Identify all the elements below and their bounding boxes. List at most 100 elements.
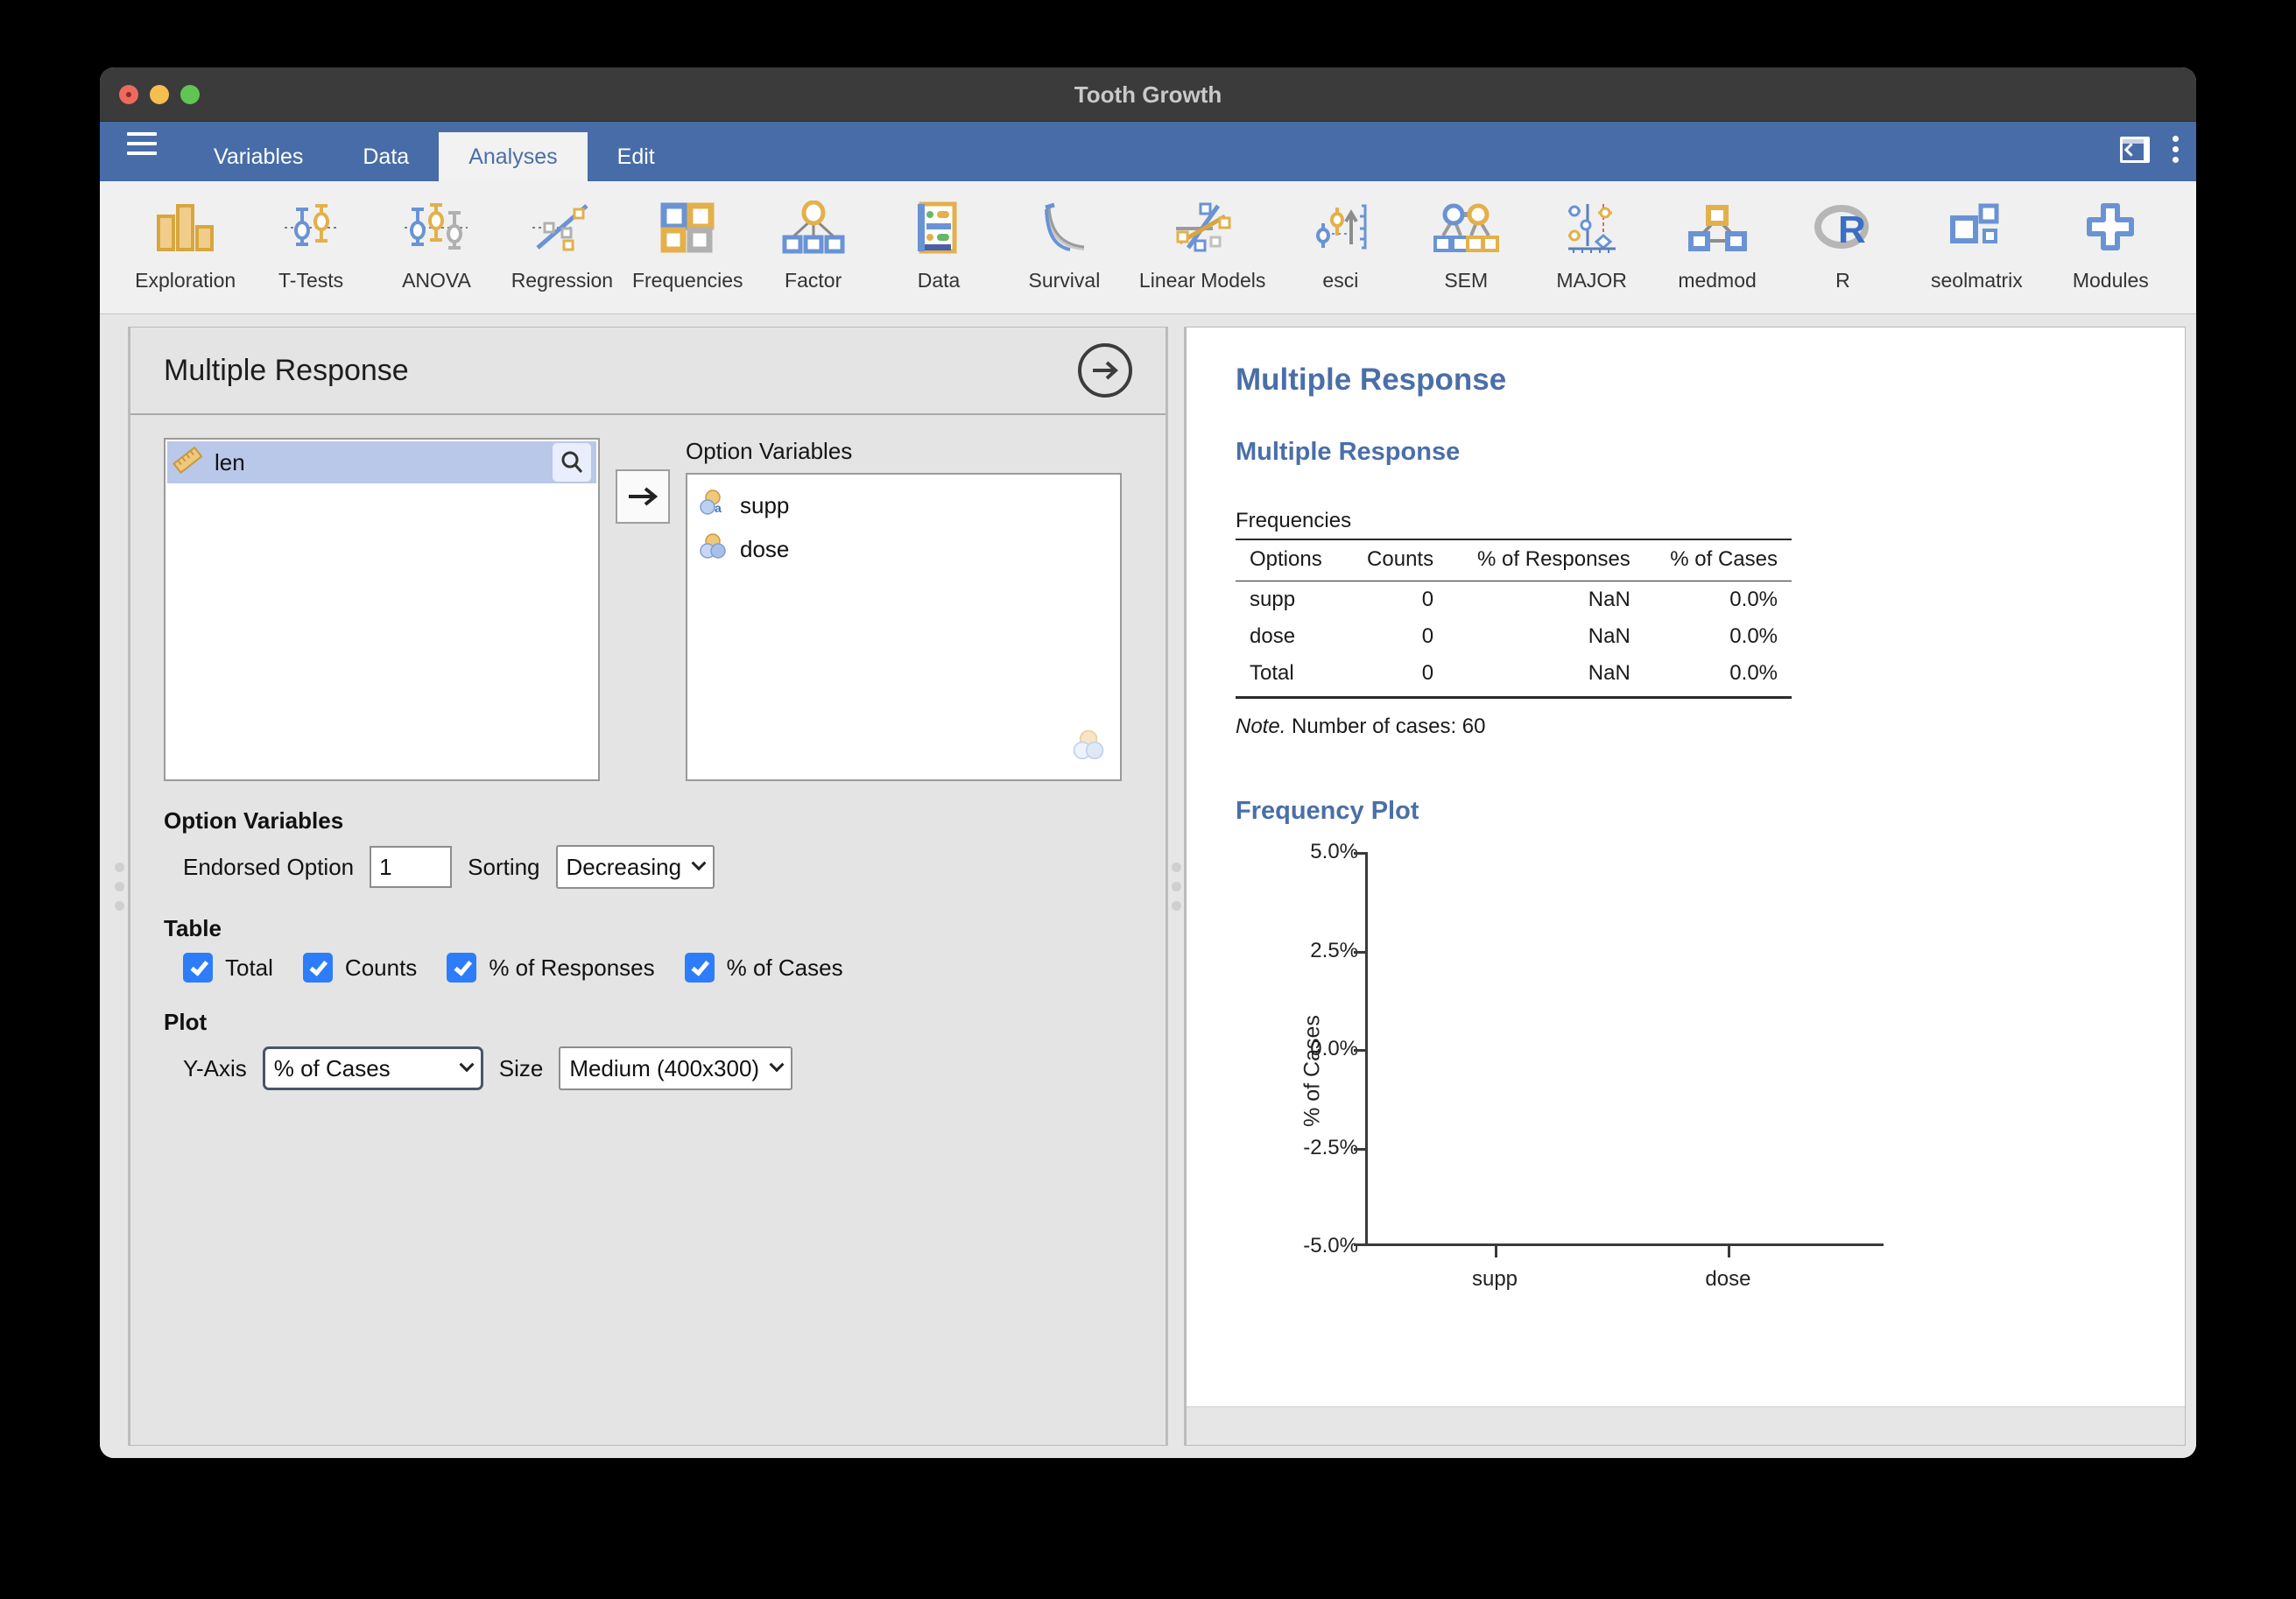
variable-transfer-row: len Option Variables a supp dose [164, 438, 1132, 781]
cell-pct-cases: 0.0% [1729, 624, 1778, 648]
checkbox-box[interactable] [447, 953, 477, 983]
checkbox-total[interactable]: Total [183, 953, 273, 983]
toolbar-item-factor[interactable]: Factor [750, 195, 876, 292]
size-label: Size [498, 1054, 544, 1081]
matrix-squares-icon [1947, 195, 2005, 260]
toolbar-item-anova[interactable]: ANOVA [374, 195, 499, 292]
column-header-counts: Counts [1367, 547, 1434, 571]
panel-splitter-handle[interactable] [1166, 327, 1186, 1446]
toolbar-item-esci[interactable]: esci [1278, 195, 1403, 292]
frequency-plot-heading[interactable]: Frequency Plot [1236, 797, 2136, 826]
table-note: Note. Number of cases: 60 [1236, 715, 2136, 739]
analyses-toolbar: Exploration T-Tests ANOVA Regression Fre… [100, 181, 2196, 314]
variable-name: supp [740, 491, 790, 518]
toolbar-item-sem[interactable]: SEM [1404, 195, 1529, 292]
cell-pct-responses: NaN [1588, 624, 1630, 648]
tab-analyses[interactable]: Analyses [439, 132, 588, 181]
frequency-plot: % of Cases 5.0% 2.5% 0.0% -2.5% -5.0% su… [1253, 840, 1884, 1291]
checkbox-box[interactable] [302, 953, 333, 983]
data-sheet-icon [912, 195, 965, 260]
arrow-right-circle-icon[interactable] [1078, 343, 1132, 398]
checkbox-label: Counts [344, 954, 418, 981]
results-panel: Multiple Response Multiple Response Freq… [1186, 327, 2186, 1446]
y-tick-mark [1354, 950, 1365, 954]
y-tick-label: -2.5% [1303, 1135, 1358, 1159]
size-select[interactable]: Medium (400x300) [559, 1046, 793, 1090]
yaxis-value: % of Cases [273, 1054, 391, 1081]
toolbar-item-linear-models[interactable]: Linear Models [1127, 195, 1278, 292]
variable-name: len [215, 448, 245, 475]
checkbox-label: % of Responses [489, 954, 655, 981]
checkbox-label: Total [225, 954, 273, 981]
toolbar-label: Data [917, 269, 961, 292]
hamburger-icon[interactable] [100, 122, 184, 181]
plot-options-row: Y-Axis % of Cases Size Medium (400x300) [164, 1046, 1132, 1090]
endorsed-option-input[interactable] [370, 846, 453, 888]
toolbar-item-data[interactable]: Data [876, 195, 1001, 292]
cell-counts: 0 [1421, 588, 1434, 611]
x-tick-label: supp [1471, 1267, 1518, 1291]
list-item[interactable]: len [167, 441, 596, 483]
endorsed-option-row: Endorsed Option Sorting Decreasing [164, 845, 1132, 889]
arrow-right-icon[interactable] [616, 469, 670, 524]
checkbox-counts[interactable]: Counts [302, 953, 418, 983]
y-tick-mark [1354, 852, 1365, 855]
x-tick-mark [1728, 1246, 1731, 1257]
two-error-bars-icon [279, 195, 342, 260]
toolbar-label: R [1835, 269, 1850, 292]
tab-variables[interactable]: Variables [184, 132, 333, 181]
results-subtitle[interactable]: Multiple Response [1236, 438, 2136, 467]
checkbox-pct-responses[interactable]: % of Responses [447, 953, 655, 983]
tab-edit[interactable]: Edit [588, 132, 685, 181]
checkbox-box[interactable] [684, 953, 715, 983]
column-header-pct-responses: % of Responses [1477, 547, 1630, 571]
mediation-triangle-icon [1686, 195, 1749, 260]
toolbar-item-t-tests[interactable]: T-Tests [248, 195, 373, 292]
toolbar-item-exploration[interactable]: Exploration [123, 195, 248, 292]
cell-option: supp [1250, 588, 1296, 611]
checkbox-label: % of Cases [726, 954, 843, 981]
main-menubar: Variables Data Analyses Edit [100, 122, 2196, 181]
sorting-select[interactable]: Decreasing [555, 845, 715, 889]
toolbar-item-modules[interactable]: Modules [2048, 195, 2173, 292]
section-heading-table: Table [164, 915, 222, 941]
toolbar-item-survival[interactable]: Survival [1002, 195, 1127, 292]
yaxis-select[interactable]: % of Cases [262, 1046, 483, 1090]
available-variables-list[interactable]: len [164, 438, 600, 781]
menubar-actions [2120, 136, 2179, 163]
table-header: Options Counts % of Responses % of Cases [1236, 539, 1792, 581]
table-row: Total 0 NaN 0.0% [1236, 655, 1792, 698]
sorting-value: Decreasing [566, 853, 682, 880]
panel-collapse-icon[interactable] [2120, 136, 2150, 163]
toolbar-label: Regression [511, 269, 614, 292]
toolbar-item-frequencies[interactable]: Frequencies [625, 195, 750, 292]
toolbar-item-regression[interactable]: Regression [499, 195, 624, 292]
window-titlebar: Tooth Growth [100, 67, 2196, 122]
toolbar-item-r[interactable]: R R [1780, 195, 1905, 292]
list-item[interactable]: a supp [693, 483, 1115, 527]
checkbox-pct-cases[interactable]: % of Cases [684, 953, 843, 983]
table-caption: Frequencies [1236, 509, 1352, 532]
toolbar-item-seolmatrix[interactable]: seolmatrix [1905, 195, 2048, 292]
toolbar-item-medmod[interactable]: medmod [1654, 195, 1779, 292]
column-header-pct-cases: % of Cases [1670, 547, 1778, 571]
forest-plot-icon [1561, 195, 1623, 260]
search-icon[interactable] [553, 443, 591, 482]
option-variables-dropzone[interactable]: a supp dose [686, 473, 1122, 781]
section-heading-plot: Plot [164, 1009, 208, 1035]
left-splitter-handle[interactable] [110, 327, 130, 1446]
endorsed-option-label: Endorsed Option [183, 853, 355, 880]
toolbar-label: Modules [2072, 269, 2149, 292]
list-item[interactable]: dose [693, 527, 1115, 571]
more-options-icon[interactable] [2173, 136, 2179, 163]
results-title[interactable]: Multiple Response [1236, 363, 2136, 398]
tab-data[interactable]: Data [333, 132, 439, 181]
results-content: Multiple Response Multiple Response Freq… [1187, 328, 2185, 1406]
table-header-row: Options Counts % of Responses % of Cases [1236, 539, 1792, 581]
svg-text:a: a [715, 501, 722, 515]
yaxis-label: Y-Axis [183, 1054, 247, 1081]
toolbar-item-major[interactable]: MAJOR [1529, 195, 1654, 292]
main-body: Multiple Response len Option Variables a… [100, 314, 2196, 1458]
checkbox-box[interactable] [183, 953, 213, 983]
y-tick-label: -5.0% [1303, 1234, 1358, 1257]
